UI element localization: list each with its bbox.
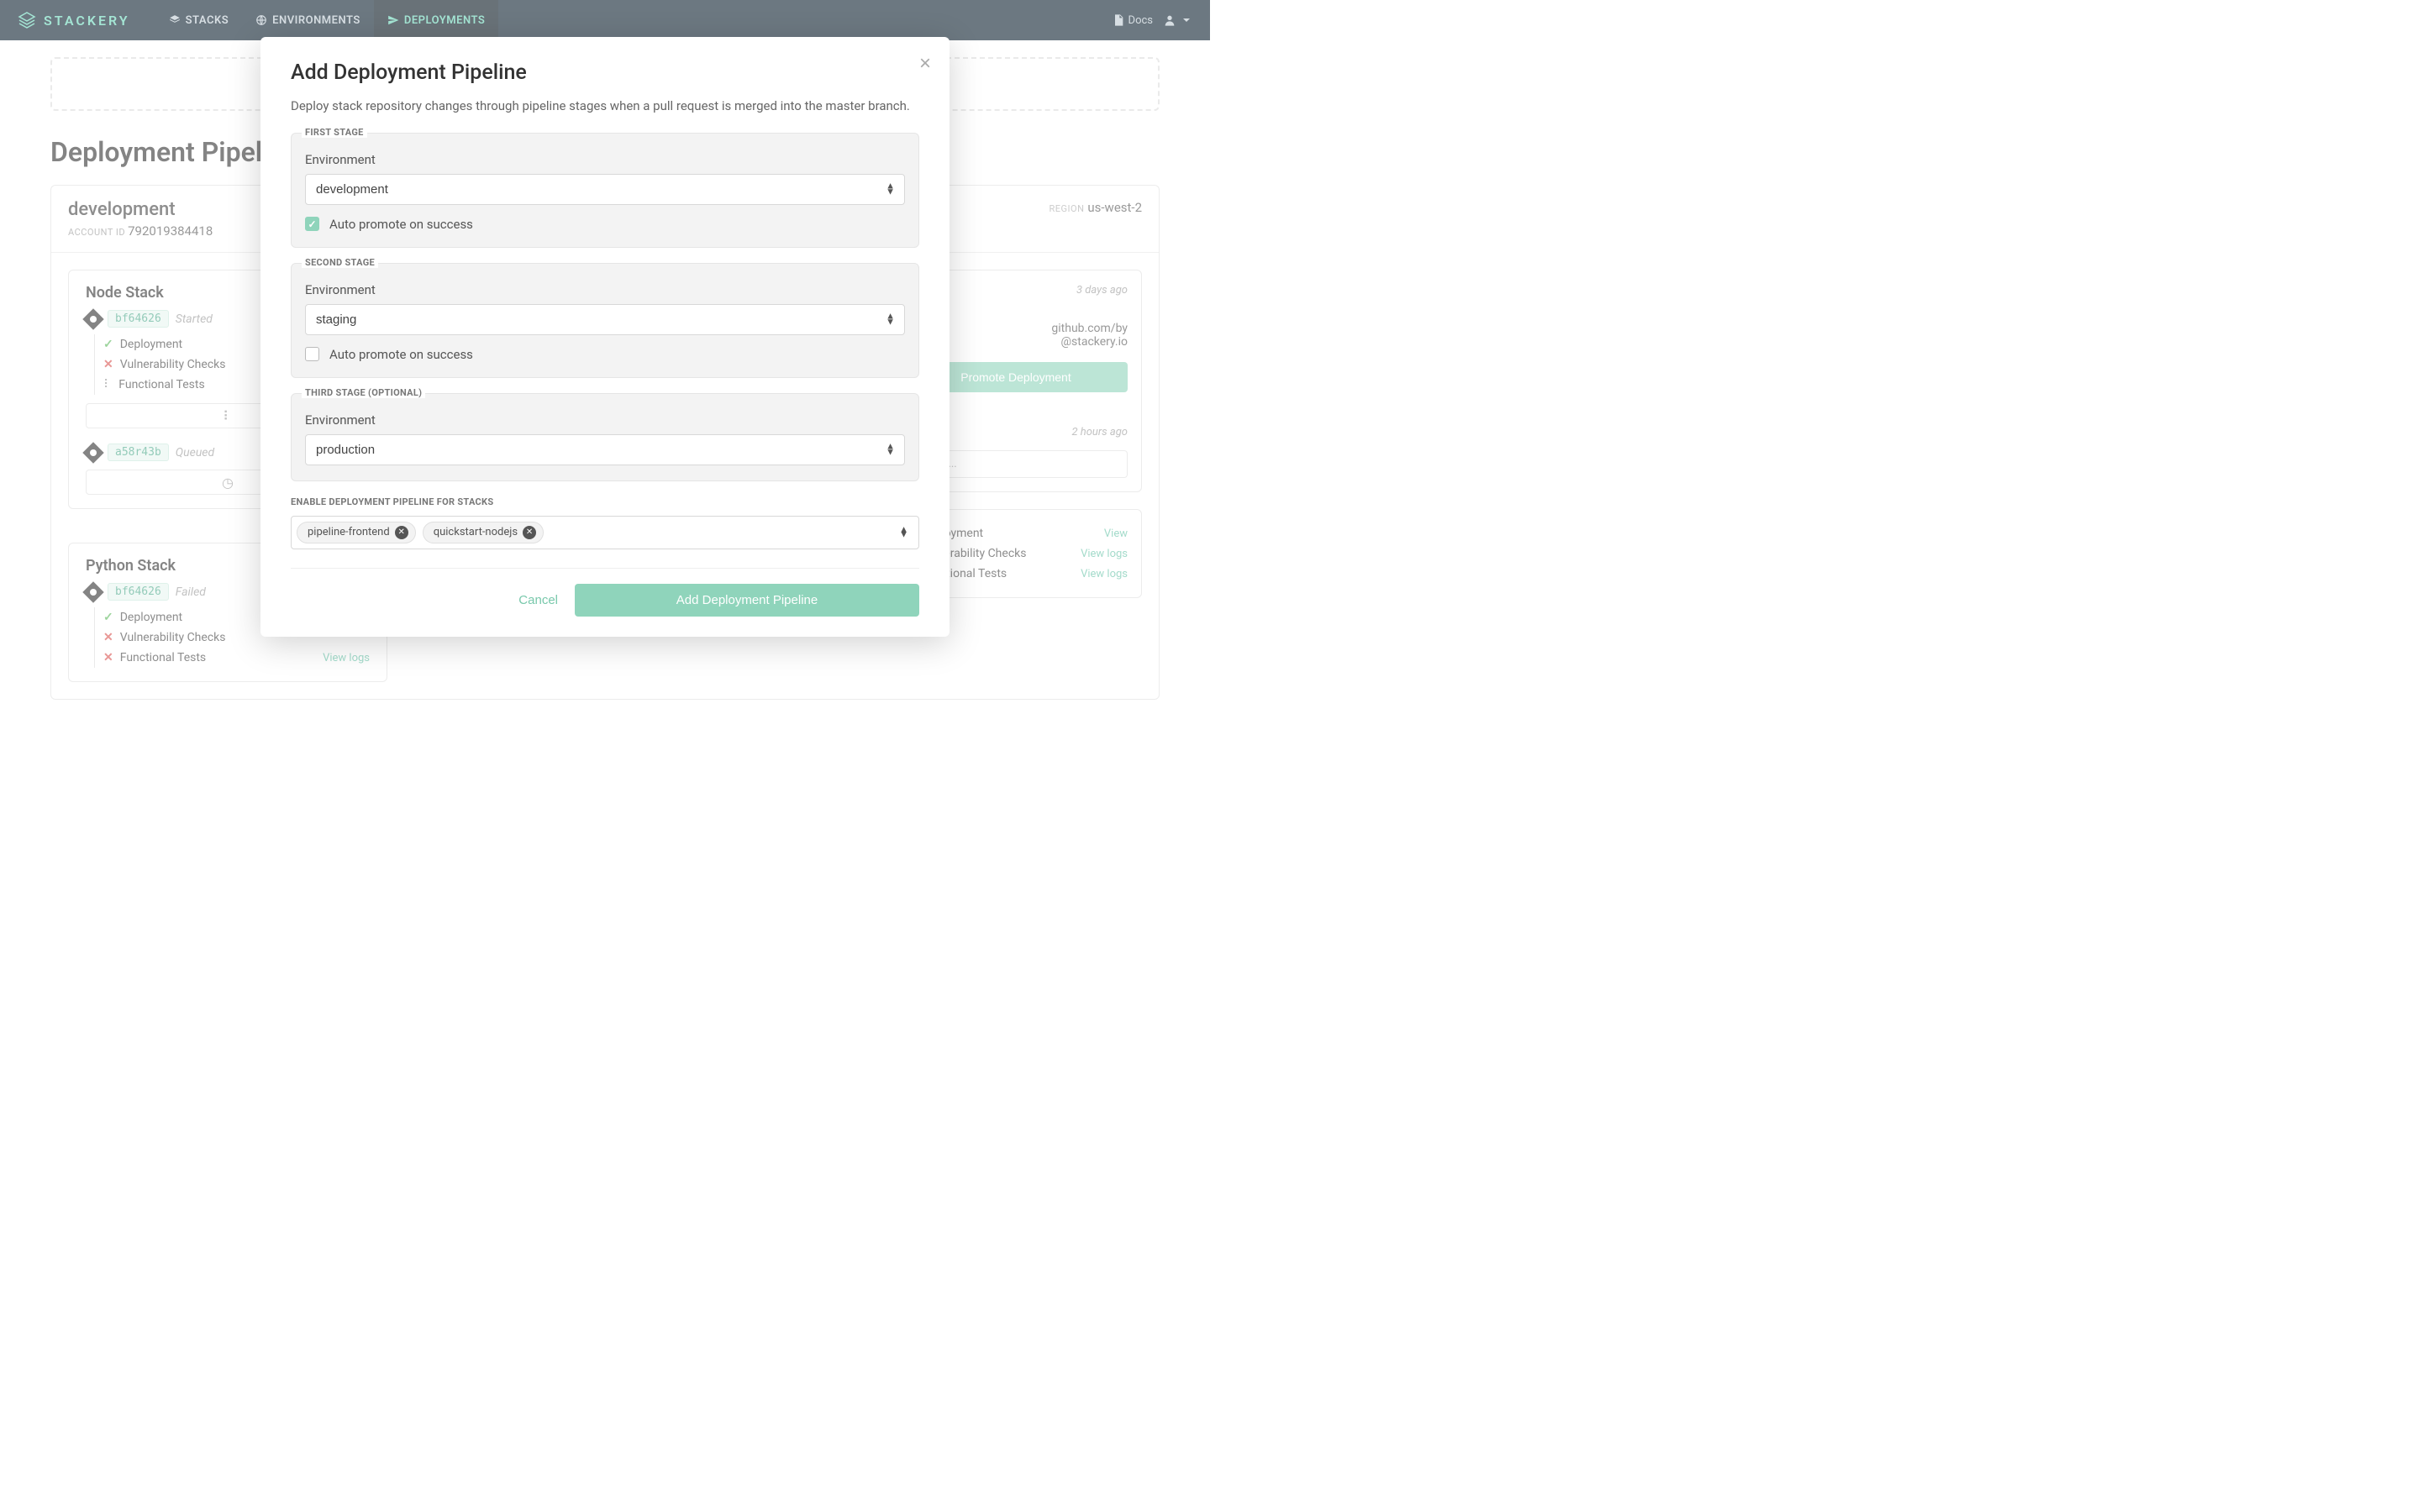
stage-label: SECOND STAGE: [302, 257, 378, 268]
stage-label: FIRST STAGE: [302, 127, 367, 138]
add-pipeline-modal: × Add Deployment Pipeline Deploy stack r…: [260, 37, 950, 637]
env-label: Environment: [305, 282, 905, 297]
auto-promote-checkbox-second[interactable]: [305, 347, 319, 361]
modal-subtitle: Deploy stack repository changes through …: [291, 97, 919, 116]
env-label: Environment: [305, 152, 905, 167]
enable-stacks-label: ENABLE DEPLOYMENT PIPELINE FOR STACKS: [291, 496, 919, 507]
stage-third: THIRD STAGE (OPTIONAL) Environment produ…: [291, 393, 919, 481]
stage-second: SECOND STAGE Environment staging ▲▼ Auto…: [291, 263, 919, 378]
env-label: Environment: [305, 412, 905, 428]
cancel-button[interactable]: Cancel: [518, 593, 558, 607]
auto-promote-label: Auto promote on success: [329, 217, 473, 232]
modal-title: Add Deployment Pipeline: [291, 60, 919, 85]
chip-remove-icon[interactable]: ✕: [395, 526, 408, 539]
submit-button[interactable]: Add Deployment Pipeline: [575, 584, 919, 617]
stage-first: FIRST STAGE Environment development ▲▼ A…: [291, 133, 919, 248]
modal-footer: Cancel Add Deployment Pipeline: [291, 568, 919, 617]
env-select-third[interactable]: production: [305, 434, 905, 465]
env-select-second[interactable]: staging: [305, 304, 905, 335]
select-caret-icon: ▲▼: [899, 527, 908, 538]
close-button[interactable]: ×: [919, 52, 931, 76]
auto-promote-checkbox-first[interactable]: [305, 217, 319, 231]
chip-remove-icon[interactable]: ✕: [523, 526, 536, 539]
stacks-multiselect[interactable]: pipeline-frontend ✕ quickstart-nodejs ✕ …: [291, 516, 919, 549]
env-select-first[interactable]: development: [305, 174, 905, 205]
stack-chip: pipeline-frontend ✕: [297, 522, 416, 543]
stage-label: THIRD STAGE (OPTIONAL): [302, 387, 425, 398]
stack-chip: quickstart-nodejs ✕: [423, 522, 544, 543]
auto-promote-label: Auto promote on success: [329, 347, 473, 362]
